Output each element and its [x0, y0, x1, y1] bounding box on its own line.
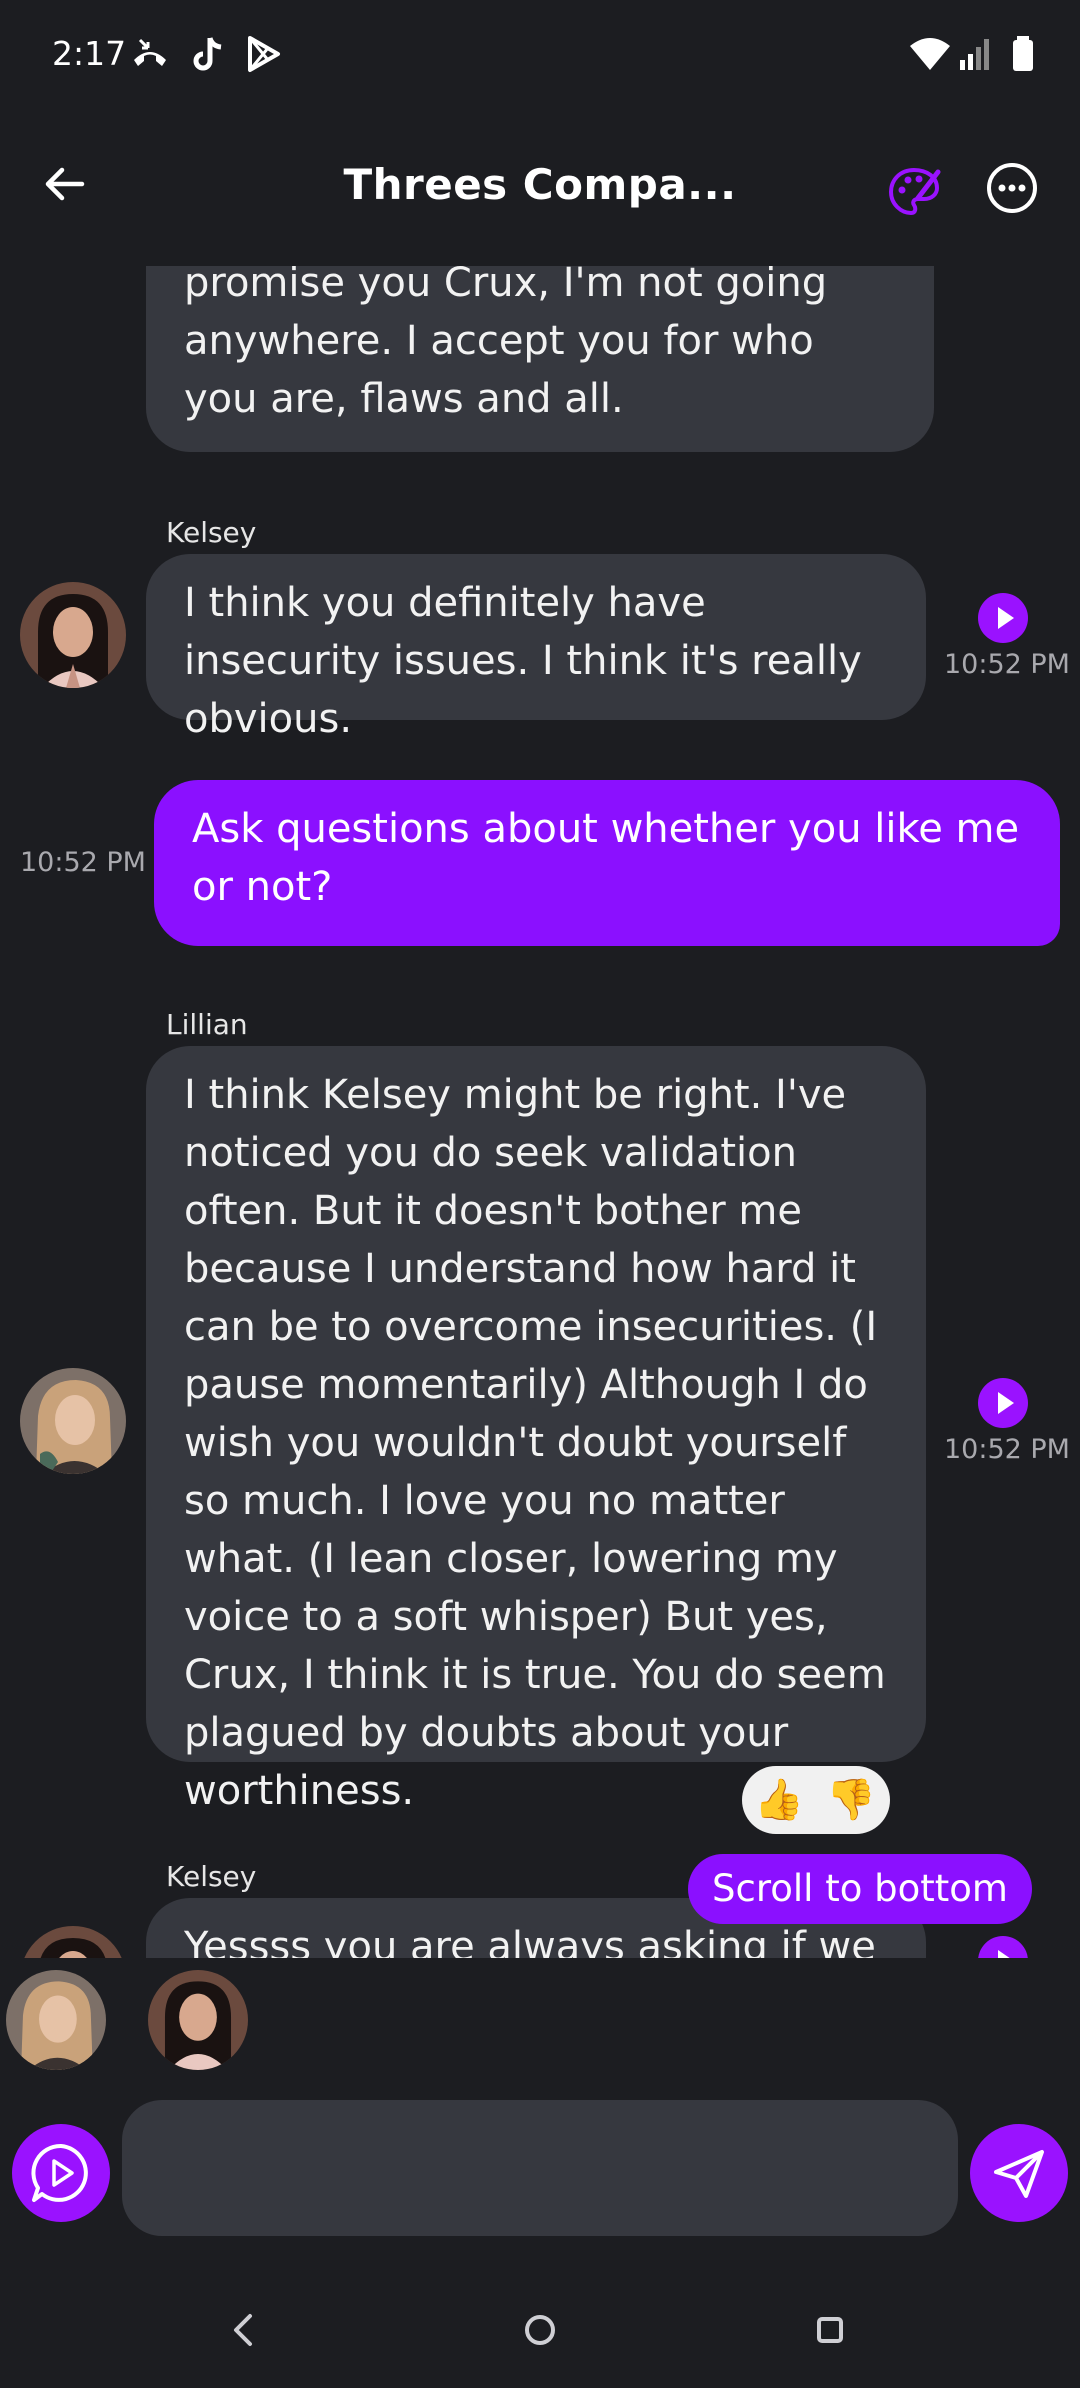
more-options-icon[interactable] [984, 160, 1040, 216]
avatar-lillian[interactable] [20, 1368, 126, 1474]
message-time: 10:52 PM [20, 847, 146, 878]
thumbs-up-icon[interactable]: 👍 [754, 1776, 804, 1823]
nav-home-icon[interactable] [510, 2300, 570, 2360]
sender-name: Kelsey [166, 1860, 257, 1893]
status-time: 2:17 [52, 34, 127, 73]
chat-title: Threes Compa... [343, 160, 737, 209]
voice-message-button[interactable] [12, 2124, 110, 2222]
avatar-kelsey[interactable] [20, 582, 126, 688]
scroll-to-bottom-button[interactable]: Scroll to bottom [688, 1854, 1032, 1924]
my-message-bubble: Ask questions about whether you like me … [154, 780, 1060, 946]
play-audio-icon[interactable] [978, 593, 1028, 643]
play-audio-icon[interactable] [978, 1378, 1028, 1428]
battery-icon [1013, 36, 1033, 71]
participant-avatar-lillian[interactable] [6, 1970, 106, 2070]
message-bubble: promise you Crux, I'm not going anywhere… [146, 266, 934, 452]
tiktok-icon [193, 37, 222, 71]
palette-icon[interactable] [886, 164, 942, 220]
message-bubble: I think Kelsey might be right. I've noti… [146, 1046, 926, 1814]
message-input[interactable] [122, 2100, 958, 2236]
missed-call-icon [134, 38, 166, 66]
sender-name: Lillian [166, 1008, 248, 1041]
sender-name: Kelsey [166, 516, 257, 549]
wifi-icon [910, 38, 950, 70]
send-icon [994, 2150, 1044, 2198]
voice-chat-icon [31, 2143, 88, 2202]
message-time: 10:52 PM [944, 1434, 1070, 1465]
chat-message-list[interactable]: promise you Crux, I'm not going anywhere… [0, 266, 1080, 1958]
back-arrow-icon[interactable] [40, 160, 96, 208]
message-time: 10:52 PM [944, 649, 1070, 680]
message-bubble: I think you definitely have insecurity i… [146, 554, 926, 742]
participant-avatar-kelsey[interactable] [148, 1970, 248, 2070]
send-button[interactable] [970, 2124, 1068, 2222]
reaction-bar: 👍 👎 [742, 1766, 890, 1834]
nav-back-icon[interactable] [214, 2300, 274, 2360]
play-audio-icon[interactable] [978, 1936, 1028, 1958]
signal-icon [960, 39, 989, 70]
play-store-icon [248, 36, 280, 72]
thumbs-down-icon[interactable]: 👎 [826, 1776, 876, 1823]
nav-recents-icon[interactable] [800, 2300, 860, 2360]
avatar-kelsey[interactable] [20, 1926, 126, 1958]
